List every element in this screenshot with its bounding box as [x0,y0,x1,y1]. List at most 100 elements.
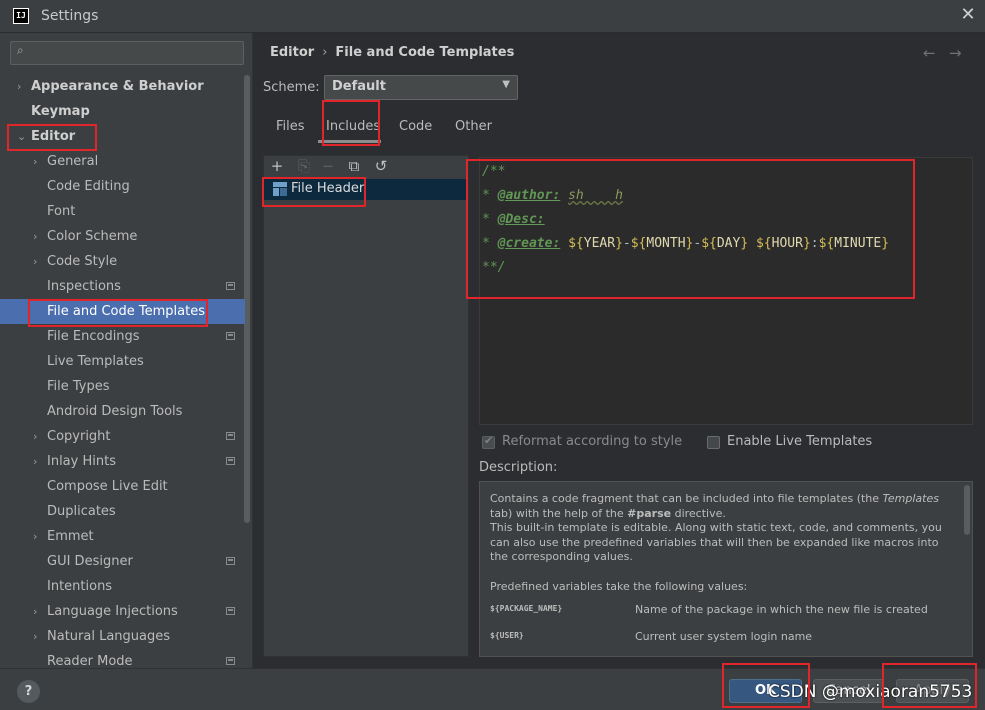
sidebar-item-color-scheme[interactable]: › Color Scheme [0,224,245,249]
breadcrumb: Editor › File and Code Templates [270,45,514,60]
tab-includes[interactable]: Includes [326,119,380,134]
sidebar-item-emmet[interactable]: › Emmet [0,524,245,549]
sidebar-item-label: General [47,154,99,169]
sidebar-item-label: File Encodings [47,329,140,344]
sidebar-item-file-types[interactable]: File Types [0,374,245,399]
search-input[interactable]: ⌕ [10,41,244,65]
sidebar-item-code-style[interactable]: › Code Style [0,249,245,274]
template-code-editor[interactable]: /** * @author: sh h * @Desc: * @create: … [479,157,973,425]
sidebar-item-natural-languages[interactable]: › Natural Languages [0,624,245,649]
live-templates-checkbox[interactable] [707,436,720,449]
sidebar-item-file-and-code-templates[interactable]: File and Code Templates [0,299,245,324]
help-button[interactable]: ? [17,680,40,703]
sidebar-item-label: Emmet [47,529,94,544]
scheme-label: Scheme: [263,80,320,95]
breadcrumb-parent[interactable]: Editor [270,45,314,60]
sidebar-item-language-injections[interactable]: › Language Injections [0,599,245,624]
breadcrumb-separator: › [322,45,328,60]
code-line: * @author: sh h [482,188,623,203]
sidebar-item-intentions[interactable]: Intentions [0,574,245,599]
close-icon[interactable]: ✕ [958,5,978,25]
sidebar-item-code-editing[interactable]: Code Editing [0,174,245,199]
template-item-file-header[interactable]: File Header [264,179,468,200]
sidebar-item-font[interactable]: Font [0,199,245,224]
sidebar-item-gui-designer[interactable]: GUI Designer [0,549,245,574]
sidebar-item-file-encodings[interactable]: File Encodings [0,324,245,349]
breadcrumb-current: File and Code Templates [335,45,515,60]
project-level-icon [226,457,235,465]
chevron-right-icon[interactable]: › [33,449,37,474]
chevron-down-icon: ▼ [502,79,510,90]
sidebar-item-keymap[interactable]: Keymap [0,99,245,124]
chevron-right-icon[interactable]: › [33,624,37,649]
chevron-right-icon[interactable]: › [33,224,37,249]
sidebar-item-label: Copyright [47,429,111,444]
search-icon: ⌕ [17,43,24,57]
reformat-checkbox: ✔ [482,434,495,449]
sidebar-item-label: Natural Languages [47,629,171,644]
sidebar-item-editor[interactable]: ⌄ Editor [0,124,245,149]
sidebar-item-compose-live-edit[interactable]: Compose Live Edit [0,474,245,499]
back-arrow-icon[interactable]: ← [923,44,936,62]
sidebar-item-label: File Types [47,379,110,394]
chevron-right-icon[interactable]: › [17,74,21,99]
sidebar-item-label: Live Templates [47,354,144,369]
variable-description: Name of the package in which the new fil… [635,603,928,616]
code-line: /** [482,164,506,179]
sidebar-item-label: Inspections [47,279,121,294]
reset-icon[interactable]: ↺ [373,158,389,174]
project-level-icon [226,557,235,565]
sidebar-item-label: Color Scheme [47,229,138,244]
chevron-right-icon[interactable]: › [33,424,37,449]
sidebar-item-label: Editor [31,129,76,144]
csdn-watermark: CSDN @moxiaoran5753 [768,682,973,702]
chevron-right-icon[interactable]: › [33,524,37,549]
tab-other[interactable]: Other [455,119,492,134]
tab-code[interactable]: Code [399,119,432,134]
sidebar-item-label: Duplicates [47,504,116,519]
remove-icon: − [321,157,335,175]
project-level-icon [226,332,235,340]
live-templates-label[interactable]: Enable Live Templates [727,434,872,449]
add-icon[interactable]: + [269,158,285,174]
sidebar-item-label: Compose Live Edit [47,479,168,494]
tab-files[interactable]: Files [276,119,305,134]
variable-name: ${USER} [490,631,524,640]
duplicate-icon[interactable]: ⧉ [346,158,362,174]
template-item-label: File Header [291,181,365,196]
sidebar-item-inlay-hints[interactable]: › Inlay Hints [0,449,245,474]
sidebar-item-label: Code Style [47,254,118,269]
chevron-right-icon[interactable]: › [33,149,37,174]
forward-arrow-icon[interactable]: → [949,44,962,62]
variable-name: ${PACKAGE_NAME} [490,604,563,613]
chevron-down-icon[interactable]: ⌄ [17,124,26,149]
sidebar-item-label: Keymap [31,104,90,119]
template-file-icon [273,182,287,196]
project-level-icon [226,432,235,440]
sidebar-item-label: File and Code Templates [47,304,205,319]
chevron-right-icon[interactable]: › [33,249,37,274]
sidebar-item-copyright[interactable]: › Copyright [0,424,245,449]
sidebar-item-label: Font [47,204,76,219]
project-level-icon [226,282,235,290]
sidebar-item-appearance-behavior[interactable]: › Appearance & Behavior [0,74,245,99]
window-title: Settings [41,8,99,24]
sidebar-item-duplicates[interactable]: Duplicates [0,499,245,524]
sidebar-item-android-design-tools[interactable]: Android Design Tools [0,399,245,424]
sidebar-item-label: Appearance & Behavior [31,79,204,94]
scheme-dropdown[interactable]: Default ▼ [324,75,518,100]
project-level-icon [226,657,235,665]
sidebar-item-label: Inlay Hints [47,454,116,469]
sidebar-item-label: GUI Designer [47,554,133,569]
sidebar-item-general[interactable]: › General [0,149,245,174]
description-scrollbar[interactable] [964,485,970,535]
reformat-label: Reformat according to style [502,434,683,449]
code-line: * @Desc: [482,212,545,227]
sidebar-item-label: Intentions [47,579,113,594]
sidebar-item-inspections[interactable]: Inspections [0,274,245,299]
chevron-right-icon[interactable]: › [33,599,37,624]
title-bar: IJ Settings ✕ [0,0,985,33]
sidebar-item-live-templates[interactable]: Live Templates [0,349,245,374]
sidebar-item-label: Android Design Tools [47,404,183,419]
description-panel: Contains a code fragment that can be inc… [479,481,973,657]
